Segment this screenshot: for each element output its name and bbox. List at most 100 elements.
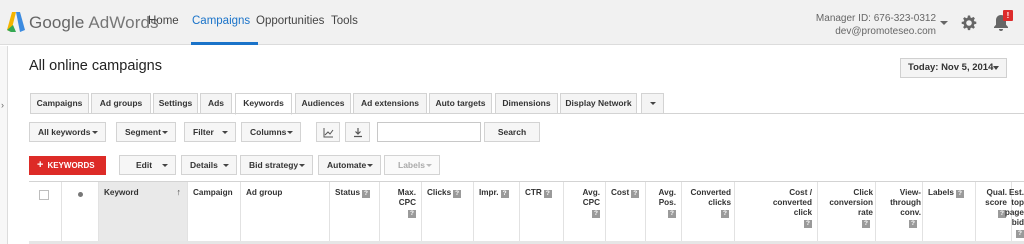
tab-settings[interactable]: Settings [153, 93, 198, 114]
tab-more-button[interactable] [641, 93, 664, 114]
status-dot-icon [78, 192, 83, 197]
column-labels[interactable]: Labels? [923, 182, 976, 244]
column-keyword[interactable]: Keyword ↑ [99, 182, 188, 244]
chevron-down-icon [426, 164, 432, 167]
bid-strategy-dropdown[interactable]: Bid strategy [240, 155, 313, 175]
chevron-right-icon: › [1, 100, 4, 110]
column-label: Cost [611, 188, 630, 197]
date-range-button[interactable]: Today: Nov 5, 2014 [900, 58, 1007, 78]
notification-badge: ! [1003, 10, 1013, 21]
automate-dropdown[interactable]: Automate [318, 155, 381, 175]
date-range-label: Today: Nov 5, 2014 [908, 62, 994, 73]
chevron-down-icon [162, 164, 168, 167]
nav-home[interactable]: Home [148, 15, 179, 27]
column-impressions[interactable]: Impr.? [474, 182, 520, 244]
tab-campaigns[interactable]: Campaigns [30, 93, 89, 114]
tab-ad-groups[interactable]: Ad groups [91, 93, 151, 114]
chevron-down-icon [993, 66, 999, 70]
add-keywords-button[interactable]: + KEYWORDS [29, 156, 106, 175]
tab-audiences[interactable]: Audiences [295, 93, 351, 114]
help-icon[interactable]: ? [668, 210, 676, 218]
help-icon[interactable]: ? [408, 210, 416, 218]
chevron-down-icon [367, 164, 373, 167]
help-icon[interactable]: ? [500, 190, 509, 198]
column-label: Impr. [479, 188, 499, 197]
help-icon[interactable]: ? [862, 220, 870, 228]
columns-dropdown[interactable]: Columns [241, 122, 301, 142]
all-keywords-dropdown[interactable]: All keywords [29, 122, 106, 142]
search-button[interactable]: Search [484, 122, 540, 142]
help-icon[interactable]: ? [1016, 230, 1024, 238]
download-button[interactable] [345, 122, 370, 142]
plus-icon: + [37, 159, 44, 171]
chevron-down-icon [92, 131, 98, 134]
gear-icon[interactable] [961, 15, 977, 31]
top-bar: Google AdWords Home Campaigns Opportunit… [0, 0, 1024, 45]
edit-label: Edit [136, 160, 153, 170]
column-cost-per-converted-click[interactable]: Cost / converted click? [735, 182, 818, 244]
column-label: Keyword [104, 188, 139, 197]
help-icon[interactable]: ? [631, 190, 640, 198]
help-icon[interactable]: ? [804, 220, 812, 228]
columns-label: Columns [250, 127, 287, 137]
chevron-down-icon [222, 131, 228, 134]
keyword-search-input[interactable] [377, 122, 481, 142]
chevron-down-icon [299, 164, 305, 167]
filter-dropdown[interactable]: Filter [184, 122, 236, 142]
bid-strategy-label: Bid strategy [249, 160, 299, 170]
nav-opportunities[interactable]: Opportunities [256, 15, 324, 27]
column-click-conversion-rate[interactable]: Click conversion rate? [818, 182, 876, 244]
page-title: All online campaigns [29, 58, 162, 74]
manager-id: Manager ID: 676-323-0312 [815, 13, 936, 24]
column-view-through-conversions[interactable]: View-through conv.? [876, 182, 923, 244]
select-all-checkbox[interactable] [39, 190, 49, 200]
logo-google-text: Google [29, 13, 85, 32]
side-panel-toggle[interactable]: › [0, 46, 8, 244]
segment-dropdown[interactable]: Segment [116, 122, 176, 142]
column-max-cpc[interactable]: Max. CPC? [380, 182, 422, 244]
select-all-column [29, 182, 62, 244]
column-label: Status [335, 188, 361, 197]
download-icon [354, 128, 362, 138]
help-icon[interactable]: ? [453, 190, 462, 198]
column-campaign[interactable]: Campaign [188, 182, 241, 244]
column-ad-group[interactable]: Ad group [241, 182, 330, 244]
edit-dropdown[interactable]: Edit [119, 155, 176, 175]
column-avg-pos[interactable]: Avg. Pos.? [646, 182, 682, 244]
labels-label: Labels [398, 160, 425, 170]
column-label: Max. CPC [397, 188, 416, 207]
column-est-top-page-bid[interactable]: Est. top page bid? [1005, 182, 1024, 244]
column-clicks[interactable]: Clicks? [422, 182, 474, 244]
tab-dimensions[interactable]: Dimensions [495, 93, 558, 114]
column-avg-cpc[interactable]: Avg. CPC? [564, 182, 606, 244]
tab-display-network[interactable]: Display Network [560, 93, 637, 114]
help-icon[interactable]: ? [909, 220, 917, 228]
column-cost[interactable]: Cost? [606, 182, 646, 244]
nav-tools[interactable]: Tools [331, 15, 358, 27]
help-icon[interactable]: ? [592, 210, 600, 218]
tab-auto-targets[interactable]: Auto targets [429, 93, 492, 114]
account-switcher[interactable]: Manager ID: 676-323-0312 dev@promoteseo.… [816, 12, 936, 38]
column-status[interactable]: Status? [330, 182, 380, 244]
nav-campaigns[interactable]: Campaigns [192, 15, 250, 27]
column-ctr[interactable]: CTR? [520, 182, 564, 244]
account-chevron-down-icon[interactable] [940, 21, 948, 25]
chevron-down-icon [162, 131, 168, 134]
column-label: Avg. Pos. [658, 188, 676, 207]
help-icon[interactable]: ? [362, 190, 371, 198]
help-icon[interactable]: ? [721, 210, 729, 218]
labels-dropdown[interactable]: Labels [384, 155, 440, 175]
column-converted-clicks[interactable]: Converted clicks? [682, 182, 735, 244]
chart-toggle-button[interactable] [316, 122, 340, 142]
filter-label: Filter [193, 127, 214, 137]
tab-ads[interactable]: Ads [200, 93, 232, 114]
chevron-down-icon [287, 131, 293, 134]
tab-ad-extensions[interactable]: Ad extensions [353, 93, 427, 114]
help-icon[interactable]: ? [543, 190, 552, 198]
tab-keywords[interactable]: Keywords [235, 93, 292, 115]
segment-label: Segment [125, 127, 161, 137]
help-icon[interactable]: ? [955, 190, 964, 198]
account-email: dev@promoteseo.com [835, 26, 936, 37]
details-dropdown[interactable]: Details [181, 155, 237, 175]
details-label: Details [190, 160, 218, 170]
